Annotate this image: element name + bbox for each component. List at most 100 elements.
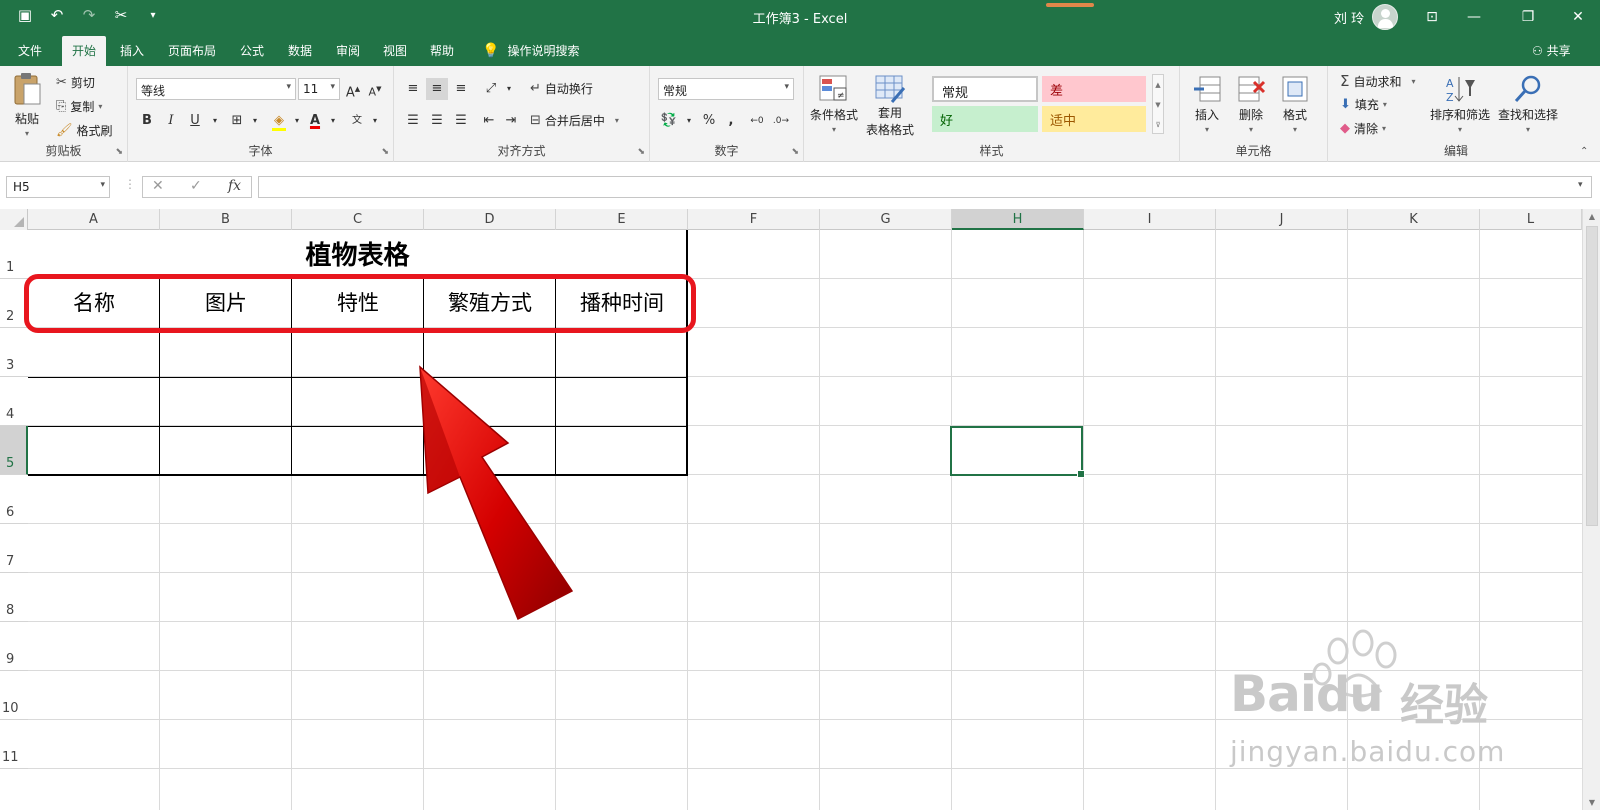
confirm-entry-icon[interactable]: ✓ [190,178,202,194]
align-center-icon[interactable]: ☰ [426,110,448,132]
increase-font-icon[interactable]: A▲ [342,78,364,100]
share-button[interactable]: ⚇ 共享 [1532,42,1571,59]
dialog-launcher-icon[interactable]: ⬊ [637,147,645,157]
ribbon-display-icon[interactable]: ⊡ [1420,5,1444,29]
tab-page-layout[interactable]: 页面布局 [168,42,216,59]
align-left-icon[interactable]: ☰ [402,110,424,132]
tab-help[interactable]: 帮助 [430,42,454,59]
column-header-c[interactable]: C [292,209,424,230]
row-header-4[interactable]: 4 [0,377,28,426]
minimize-icon[interactable]: — [1462,5,1486,29]
currency-icon[interactable]: 💱 [658,110,680,132]
tab-data[interactable]: 数据 [288,42,312,59]
column-header-i[interactable]: I [1084,209,1216,230]
align-right-icon[interactable]: ☰ [450,110,472,132]
column-header-h[interactable]: H [952,209,1084,230]
close-icon[interactable]: ✕ [1566,5,1590,29]
style-neutral[interactable]: 适中 [1042,106,1146,132]
scroll-up-icon[interactable]: ▲ [1583,212,1600,221]
align-middle-icon[interactable]: ≡ [426,78,448,100]
tab-home[interactable]: 开始 [62,36,107,66]
insert-function-icon[interactable]: fx [228,178,241,194]
conditional-formatting-button[interactable]: ≠ 条件格式 ▾ [810,74,858,134]
dialog-launcher-icon[interactable]: ⬊ [381,147,389,157]
font-name-combo[interactable]: 等线 ▾ [136,78,296,100]
tell-me-search[interactable]: 💡 操作说明搜索 [482,42,579,59]
column-header-g[interactable]: G [820,209,952,230]
dialog-launcher-icon[interactable]: ⬊ [115,147,123,157]
active-cell-h5[interactable] [950,426,1085,478]
row-header-10[interactable]: 10 [0,671,28,720]
row-header-8[interactable]: 8 [0,573,28,622]
autosum-button[interactable]: Σ 自动求和 ▾ [1340,72,1416,90]
wrap-text-button[interactable]: ↵ 自动换行 [530,80,593,97]
row-header-1[interactable]: 1 [0,230,28,279]
cancel-entry-icon[interactable]: ✕ [152,178,164,194]
collapse-ribbon-icon[interactable]: ⌃ [1580,146,1588,157]
font-size-combo[interactable]: 11 ▾ [298,78,340,100]
increase-decimal-icon[interactable]: ←0 [746,110,768,132]
align-top-icon[interactable]: ≡ [402,78,424,100]
dialog-launcher-icon[interactable]: ⬊ [791,147,799,157]
tab-formulas[interactable]: 公式 [240,42,264,59]
style-normal[interactable]: 常规 [932,76,1038,102]
currency-dropdown-icon[interactable]: ▾ [678,110,700,132]
cut-button[interactable]: ✂ 剪切 [56,74,95,91]
restore-icon[interactable]: ❐ [1516,5,1540,29]
tab-file[interactable]: 文件 [18,42,42,59]
column-header-d[interactable]: D [424,209,556,230]
fill-button[interactable]: ⬇ 填充 ▾ [1340,96,1387,113]
merge-center-button[interactable]: ⊟ 合并后居中 ▾ [530,112,619,129]
percent-icon[interactable]: % [698,110,720,132]
user-name[interactable]: 刘 玲 [1334,8,1364,27]
row-header-9[interactable]: 9 [0,622,28,671]
styles-gallery-scroll[interactable]: ▲ ▼ ⊽ [1152,74,1164,134]
decrease-indent-icon[interactable]: ⇤ [478,110,500,132]
format-painter-button[interactable]: 🖌 格式刷 [56,122,113,139]
formula-input[interactable] [258,176,1592,198]
table-title-cell[interactable]: 植物表格 [28,230,687,279]
format-cells-button[interactable]: 格式 ▾ [1280,74,1310,134]
column-header-l[interactable]: L [1480,209,1582,230]
increase-indent-icon[interactable]: ⇥ [500,110,522,132]
sort-filter-button[interactable]: A Z 排序和筛选 ▾ [1430,74,1490,134]
column-header-b[interactable]: B [160,209,292,230]
column-header-j[interactable]: J [1216,209,1348,230]
scroll-down-icon[interactable]: ▼ [1583,798,1600,807]
format-as-table-button[interactable]: 套用 表格格式 [866,74,914,138]
scrollbar-thumb[interactable] [1586,226,1598,526]
font-color-dropdown-icon[interactable]: ▾ [322,110,344,132]
row-header-3[interactable]: 3 [0,328,28,377]
decrease-font-icon[interactable]: A▼ [364,78,386,100]
align-bottom-icon[interactable]: ≡ [450,78,472,100]
row-header-11[interactable]: 11 [0,720,28,769]
bold-icon[interactable]: B [136,110,158,132]
vertical-scrollbar[interactable]: ▲ ▼ [1582,209,1600,810]
row-header-6[interactable]: 6 [0,475,28,524]
copy-button[interactable]: ⎘ 复制 ▾ [56,98,102,115]
tab-insert[interactable]: 插入 [120,42,144,59]
underline-icon[interactable]: U [184,110,206,132]
number-format-combo[interactable]: 常规 ▾ [658,78,794,100]
row-header-5[interactable]: 5 [0,426,28,475]
find-select-button[interactable]: 查找和选择 ▾ [1498,74,1558,134]
italic-icon[interactable]: I [160,110,182,132]
tab-view[interactable]: 视图 [383,42,407,59]
avatar[interactable] [1372,4,1398,30]
paste-button[interactable]: 粘贴 ▾ [12,72,42,138]
orientation-dropdown-icon[interactable]: ▾ [498,78,520,100]
clear-button[interactable]: ◆ 清除 ▾ [1340,120,1386,137]
tab-review[interactable]: 审阅 [336,42,360,59]
name-box[interactable]: H5 ▾ [6,176,110,198]
column-header-f[interactable]: F [688,209,820,230]
phonetic-dropdown-icon[interactable]: ▾ [364,110,386,132]
column-header-a[interactable]: A [28,209,160,230]
comma-icon[interactable]: , [720,110,742,132]
style-bad[interactable]: 差 [1042,76,1146,102]
borders-dropdown-icon[interactable]: ▾ [244,110,266,132]
column-header-e[interactable]: E [556,209,688,230]
expand-formula-bar-icon[interactable]: ▾ [1578,180,1583,190]
insert-cells-button[interactable]: 插入 ▾ [1192,74,1222,134]
underline-dropdown-icon[interactable]: ▾ [204,110,226,132]
column-header-k[interactable]: K [1348,209,1480,230]
